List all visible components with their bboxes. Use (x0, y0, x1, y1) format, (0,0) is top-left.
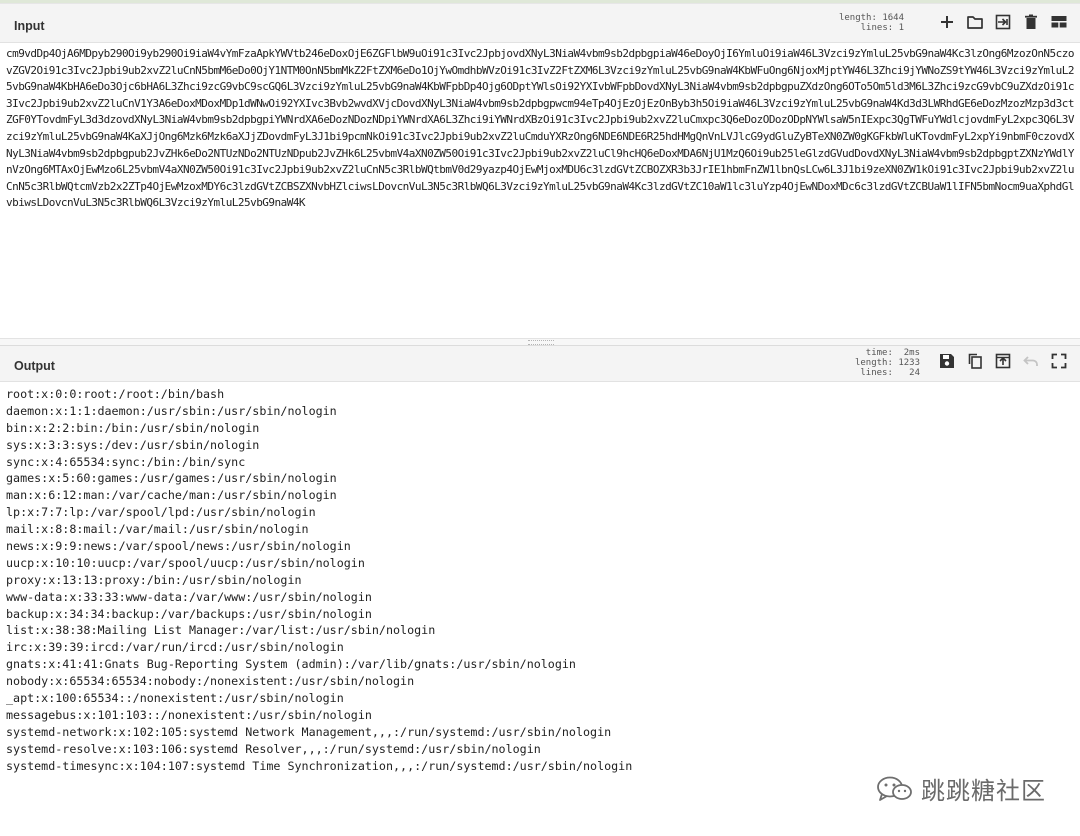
import-icon[interactable] (994, 13, 1012, 31)
delete-icon[interactable] (1022, 13, 1040, 31)
open-folder-icon[interactable] (966, 13, 984, 31)
undo-icon[interactable] (1022, 352, 1040, 370)
output-time-value: 2ms (903, 348, 920, 358)
output-panel-title: Output (14, 359, 55, 373)
save-icon[interactable] (938, 352, 956, 370)
output-line: proxy:x:13:13:proxy:/bin:/usr/sbin/nolog… (6, 572, 302, 587)
output-line: gnats:x:41:41:Gnats Bug-Reporting System… (6, 657, 576, 672)
copy-icon[interactable] (966, 352, 984, 370)
input-textarea[interactable]: cm9vdDp4OjA6MDpyb290Oi9yb290Oi9iaW4vYmFz… (0, 43, 1080, 338)
input-length-value: 1644 (882, 13, 904, 23)
input-stats: length: 1644 lines: 1 (839, 13, 904, 33)
add-icon[interactable] (938, 13, 956, 31)
output-line: systemd-network:x:102:105:systemd Networ… (6, 724, 612, 739)
wechat-logo-icon (877, 776, 912, 801)
output-line: bin:x:2:2:bin:/bin:/usr/sbin/nologin (6, 420, 260, 435)
output-line: mail:x:8:8:mail:/var/mail:/usr/sbin/nolo… (6, 522, 309, 537)
output-line: news:x:9:9:news:/var/spool/news:/usr/sbi… (6, 539, 351, 554)
output-line: lp:x:7:7:lp:/var/spool/lpd:/usr/sbin/nol… (6, 505, 316, 520)
output-time-label: time: (865, 348, 893, 358)
input-lines-value: 1 (898, 23, 904, 33)
output-line: www-data:x:33:33:www-data:/var/www:/usr/… (6, 589, 372, 604)
output-line: messagebus:x:101:103::/nonexistent:/usr/… (6, 707, 372, 722)
layout-icon[interactable] (1050, 13, 1068, 31)
cyberchef-io-panels: Input length: 1644 lines: 1 cm9vdDp4OjA6… (0, 0, 1080, 836)
output-line: nobody:x:65534:65534:nobody:/nonexistent… (6, 674, 415, 689)
output-toolbar (928, 352, 1068, 370)
maximize-icon[interactable] (1050, 352, 1068, 370)
output-line: daemon:x:1:1:daemon:/usr/sbin:/usr/sbin/… (6, 403, 337, 418)
output-line: sync:x:4:65534:sync:/bin:/bin/sync (6, 454, 246, 469)
input-panel-header: Input length: 1644 lines: 1 (0, 3, 1080, 43)
panel-resize-handle[interactable] (0, 338, 1080, 345)
output-line: man:x:6:12:man:/var/cache/man:/usr/sbin/… (6, 488, 337, 503)
output-lines-label: lines: (860, 368, 893, 378)
output-length-label: length: (854, 358, 893, 368)
output-textarea[interactable]: root:x:0:0:root:/root:/bin/bash daemon:x… (0, 383, 1080, 836)
output-lines-value: 24 (909, 368, 920, 378)
input-length-label: length: (838, 13, 877, 23)
output-line: root:x:0:0:root:/root:/bin/bash (6, 387, 225, 401)
input-toolbar (928, 13, 1068, 31)
watermark: 跳跳糖社区 (875, 771, 1046, 806)
output-line: _apt:x:100:65534::/nonexistent:/usr/sbin… (6, 691, 344, 706)
output-panel-header: Output time: 2ms length: 1233 lines: 24 (0, 345, 1080, 382)
output-length-value: 1233 (898, 358, 920, 368)
output-line: uucp:x:10:10:uucp:/var/spool/uucp:/usr/s… (6, 555, 365, 570)
output-line: list:x:38:38:Mailing List Manager:/var/l… (6, 623, 436, 638)
replace-input-icon[interactable] (994, 352, 1012, 370)
watermark-text: 跳跳糖社区 (921, 777, 1046, 805)
input-panel-title: Input (14, 19, 45, 33)
output-line: backup:x:34:34:backup:/var/backups:/usr/… (6, 606, 372, 621)
output-line: irc:x:39:39:ircd:/var/run/ircd:/usr/sbin… (6, 640, 344, 655)
input-lines-label: lines: (860, 23, 894, 33)
output-line: games:x:5:60:games:/usr/games:/usr/sbin/… (6, 471, 337, 486)
output-stats: time: 2ms length: 1233 lines: 24 (855, 348, 920, 378)
output-line: sys:x:3:3:sys:/dev:/usr/sbin/nologin (6, 437, 260, 452)
output-line: systemd-resolve:x:103:106:systemd Resolv… (6, 741, 541, 756)
